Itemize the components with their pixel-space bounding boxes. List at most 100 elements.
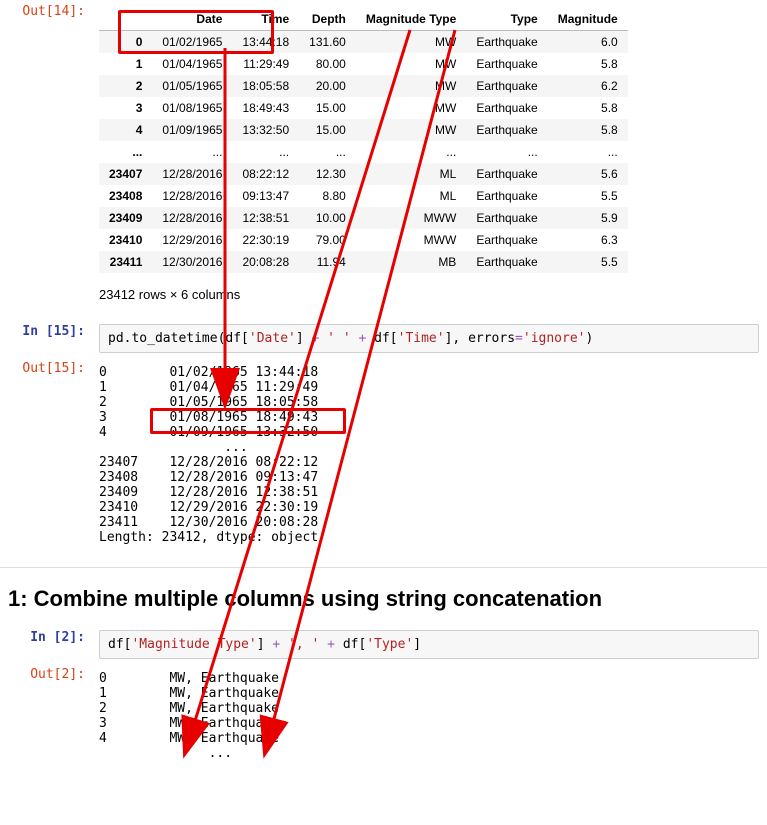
cell: MW: [356, 119, 466, 141]
in15-content[interactable]: pd.to_datetime(df['Date'] + ' ' + df['Ti…: [91, 320, 767, 357]
cell: 5.6: [548, 163, 628, 185]
cell: MW: [356, 31, 466, 54]
cell: 12:38:51: [232, 207, 299, 229]
row-index: ...: [99, 141, 152, 163]
cell: MWW: [356, 229, 466, 251]
in2-code[interactable]: df['Magnitude Type'] + ', ' + df['Type']: [99, 630, 759, 659]
table-row: 401/09/196513:32:5015.00MWEarthquake5.8: [99, 119, 628, 141]
col-magtype: Magnitude Type: [356, 8, 466, 31]
cell: MB: [356, 251, 466, 273]
cell: 10.00: [299, 207, 356, 229]
cell: 08:22:12: [232, 163, 299, 185]
cell: MW: [356, 75, 466, 97]
cell: 12/28/2016: [152, 163, 232, 185]
cell: ...: [466, 141, 547, 163]
cell: 12.30: [299, 163, 356, 185]
table-row: 2341012/29/201622:30:1979.00MWWEarthquak…: [99, 229, 628, 251]
cell: ...: [356, 141, 466, 163]
annotation-rect-top: [118, 10, 274, 54]
cell: 15.00: [299, 119, 356, 141]
cell-in2: In [2]: df['Magnitude Type'] + ', ' + df…: [0, 626, 767, 663]
table-row: 301/08/196518:49:4315.00MWEarthquake5.8: [99, 97, 628, 119]
in2-content[interactable]: df['Magnitude Type'] + ', ' + df['Type']: [91, 626, 767, 663]
cell: Earthquake: [466, 229, 547, 251]
cell: 12/28/2016: [152, 185, 232, 207]
cell: Earthquake: [466, 53, 547, 75]
cell: 22:30:19: [232, 229, 299, 251]
cell: 5.5: [548, 251, 628, 273]
cell: ML: [356, 185, 466, 207]
cell: Earthquake: [466, 163, 547, 185]
cell: 8.80: [299, 185, 356, 207]
row-index: 4: [99, 119, 152, 141]
cell-out2: Out[2]: 0 MW, Earthquake 1 MW, Earthquak…: [0, 663, 767, 769]
out2-prompt: Out[2]:: [0, 663, 91, 682]
cell: 20.00: [299, 75, 356, 97]
col-mag: Magnitude: [548, 8, 628, 31]
col-depth: Depth: [299, 8, 356, 31]
out14-prompt: Out[14]:: [0, 0, 91, 19]
table-row: .....................: [99, 141, 628, 163]
cell: ...: [232, 141, 299, 163]
table-row: 2340812/28/201609:13:478.80MLEarthquake5…: [99, 185, 628, 207]
divider-1: [0, 567, 767, 568]
out15-prompt: Out[15]:: [0, 357, 91, 376]
cell: 09:13:47: [232, 185, 299, 207]
cell: 11:29:49: [232, 53, 299, 75]
cell: 79.00: [299, 229, 356, 251]
cell: 6.0: [548, 31, 628, 54]
row-index: 23407: [99, 163, 152, 185]
cell: 15.00: [299, 97, 356, 119]
cell: 5.9: [548, 207, 628, 229]
in15-code[interactable]: pd.to_datetime(df['Date'] + ' ' + df['Ti…: [99, 324, 759, 353]
cell: 20:08:28: [232, 251, 299, 273]
cell: 18:05:58: [232, 75, 299, 97]
cell: ...: [548, 141, 628, 163]
row-index: 1: [99, 53, 152, 75]
row-index: 3: [99, 97, 152, 119]
cell: ...: [152, 141, 232, 163]
cell: MWW: [356, 207, 466, 229]
table-row: 2341112/30/201620:08:2811.94MBEarthquake…: [99, 251, 628, 273]
col-type: Type: [466, 8, 547, 31]
row-index: 23408: [99, 185, 152, 207]
row-index: 23410: [99, 229, 152, 251]
cell-out15: Out[15]: 0 01/02/1965 13:44:18 1 01/04/1…: [0, 357, 767, 553]
out2-text: 0 MW, Earthquake 1 MW, Earthquake 2 MW, …: [99, 667, 759, 765]
cell: 12/30/2016: [152, 251, 232, 273]
table-row: 2340912/28/201612:38:5110.00MWWEarthquak…: [99, 207, 628, 229]
cell: 01/05/1965: [152, 75, 232, 97]
cell-out14: Out[14]: Date Time Depth Magnitude Type …: [0, 0, 767, 320]
cell: MW: [356, 53, 466, 75]
out15-text: 0 01/02/1965 13:44:18 1 01/04/1965 11:29…: [99, 361, 759, 549]
cell: 18:49:43: [232, 97, 299, 119]
in15-prompt: In [15]:: [0, 320, 91, 339]
section-heading: 1: Combine multiple columns using string…: [8, 586, 767, 612]
cell: Earthquake: [466, 97, 547, 119]
cell: ML: [356, 163, 466, 185]
cell: 131.60: [299, 31, 356, 54]
out2-content: 0 MW, Earthquake 1 MW, Earthquake 2 MW, …: [91, 663, 767, 769]
cell: MW: [356, 97, 466, 119]
in2-prompt: In [2]:: [0, 626, 91, 645]
cell: Earthquake: [466, 251, 547, 273]
row-index: 23409: [99, 207, 152, 229]
cell: 01/09/1965: [152, 119, 232, 141]
cell: 01/04/1965: [152, 53, 232, 75]
cell: ...: [299, 141, 356, 163]
cell: Earthquake: [466, 31, 547, 54]
table-row: 101/04/196511:29:4980.00MWEarthquake5.8: [99, 53, 628, 75]
cell: 80.00: [299, 53, 356, 75]
cell: 5.5: [548, 185, 628, 207]
table-row: 2340712/28/201608:22:1212.30MLEarthquake…: [99, 163, 628, 185]
cell: Earthquake: [466, 119, 547, 141]
out15-content: 0 01/02/1965 13:44:18 1 01/04/1965 11:29…: [91, 357, 767, 553]
cell: 13:32:50: [232, 119, 299, 141]
cell: Earthquake: [466, 207, 547, 229]
row-index: 2: [99, 75, 152, 97]
cell: 11.94: [299, 251, 356, 273]
annotation-rect-bottom: [150, 408, 346, 434]
notebook-viewport: Out[14]: Date Time Depth Magnitude Type …: [0, 0, 767, 769]
cell: 12/29/2016: [152, 229, 232, 251]
cell: Earthquake: [466, 185, 547, 207]
